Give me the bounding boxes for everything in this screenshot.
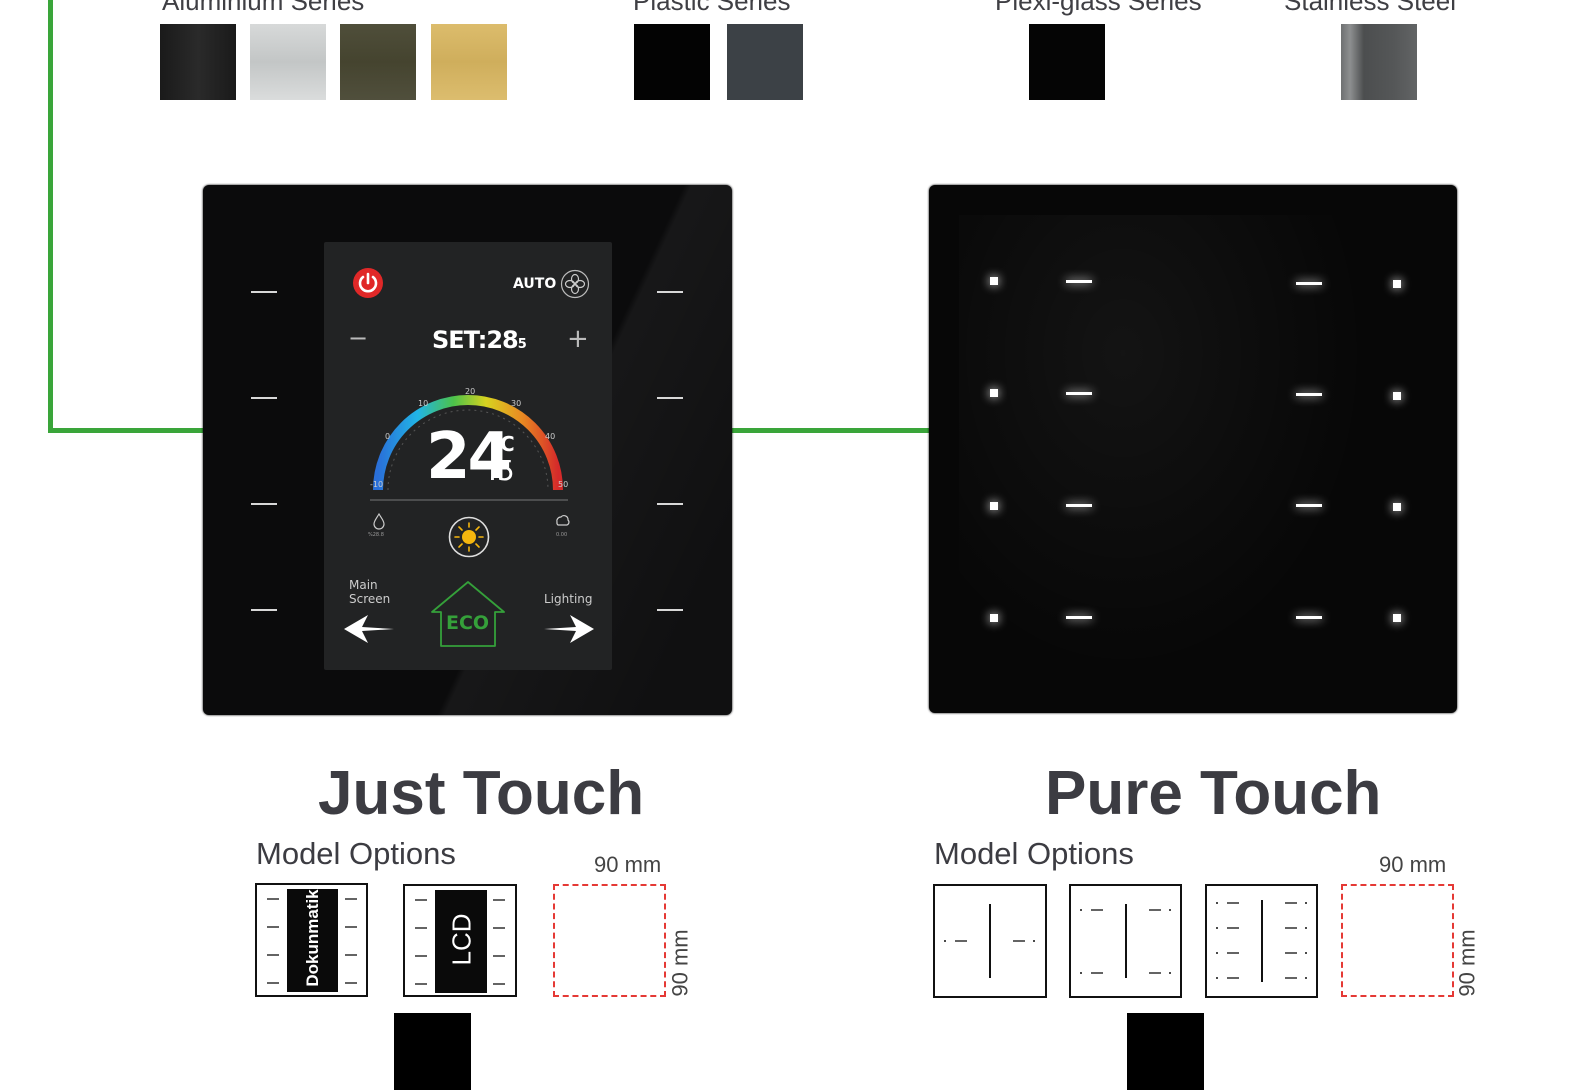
touch-key-indicator[interactable] xyxy=(1296,616,1322,619)
swatch-stainless-steel[interactable] xyxy=(1341,24,1417,100)
wire-left xyxy=(48,428,208,433)
dimension-outline xyxy=(1341,884,1454,997)
just-touch-panel: AUTO − SET:285 + -10 0 10 20 30 40 50 24… xyxy=(203,185,732,715)
set-plus-button[interactable]: + xyxy=(567,324,589,354)
series-label: Plexi-glass Series xyxy=(995,0,1202,16)
touch-dot-indicator[interactable] xyxy=(1393,614,1401,622)
swatch-plastic-anthracite[interactable] xyxy=(727,24,803,100)
touch-dot-indicator[interactable] xyxy=(990,502,998,510)
touch-key-indicator[interactable] xyxy=(1296,282,1322,285)
touch-key-right-1[interactable] xyxy=(657,291,683,293)
wire-middle xyxy=(730,428,932,433)
key-layout xyxy=(944,904,1035,978)
model-option-4-key[interactable] xyxy=(1069,884,1182,998)
humidity-icon xyxy=(373,512,385,530)
series-label: Aluminium Series xyxy=(162,0,365,16)
touch-dot-indicator[interactable] xyxy=(990,389,998,397)
touch-key-indicator[interactable] xyxy=(1066,280,1092,283)
swatch-aluminium-gold[interactable] xyxy=(431,24,507,100)
option-dokunmatik-label: Dokunmatik xyxy=(303,889,322,987)
panel-back-swatch xyxy=(394,1013,471,1090)
model-option-2-key[interactable] xyxy=(933,884,1047,998)
fan-mode-label: AUTO xyxy=(513,276,557,292)
set-value: 28 xyxy=(486,326,518,354)
scale-tick: 50 xyxy=(558,480,569,489)
thermostat-screen: AUTO − SET:285 + -10 0 10 20 30 40 50 24… xyxy=(324,242,612,670)
swatch-aluminium-silver[interactable] xyxy=(250,24,326,100)
arrow-right-icon[interactable] xyxy=(542,613,596,645)
touch-dot-indicator[interactable] xyxy=(990,277,998,285)
dimension-height: 90 mm xyxy=(667,929,693,997)
key-layout xyxy=(1216,900,1307,982)
touch-key-right-4[interactable] xyxy=(657,609,683,611)
scale-tick: 20 xyxy=(465,387,476,396)
power-icon[interactable] xyxy=(352,267,384,299)
swatch-aluminium-black[interactable] xyxy=(160,24,236,100)
dimension-height: 90 mm xyxy=(1454,929,1480,997)
touch-key-left-3[interactable] xyxy=(251,503,277,505)
touch-key-right-2[interactable] xyxy=(657,397,683,399)
panel-back-swatch xyxy=(1127,1013,1204,1090)
set-minus-button[interactable]: − xyxy=(348,324,368,352)
touch-key-indicator[interactable] xyxy=(1066,504,1092,507)
touch-key-indicator[interactable] xyxy=(1066,616,1092,619)
swatch-aluminium-bronze[interactable] xyxy=(340,24,416,100)
temperature-decimal: .5 xyxy=(488,454,515,487)
touch-dot-indicator[interactable] xyxy=(1393,503,1401,511)
touch-key-right-3[interactable] xyxy=(657,503,683,505)
set-temperature: SET:285 xyxy=(432,326,527,354)
just-touch-model-options-label: Model Options xyxy=(256,836,456,871)
pure-touch-panel xyxy=(929,185,1457,713)
dimension-width: 90 mm xyxy=(594,852,662,877)
touch-key-left-4[interactable] xyxy=(251,609,277,611)
key-layout xyxy=(1080,904,1171,978)
co2-icon xyxy=(556,515,570,526)
scale-tick: 10 xyxy=(418,399,429,408)
scale-tick: 40 xyxy=(545,432,556,441)
dimension-width: 90 mm xyxy=(1379,852,1447,877)
scale-tick: 30 xyxy=(511,399,522,408)
model-option-lcd[interactable]: LCD xyxy=(403,884,517,997)
series-label: Plastic Series xyxy=(633,0,791,16)
touch-dot-indicator[interactable] xyxy=(1393,280,1401,288)
fan-icon[interactable] xyxy=(560,269,590,299)
nav-main-screen-label: Main Screen xyxy=(349,578,391,606)
swatch-plastic-black[interactable] xyxy=(634,24,710,100)
touch-key-indicator[interactable] xyxy=(1296,504,1322,507)
sun-icon[interactable] xyxy=(448,516,490,558)
humidity-value: %28.8 xyxy=(368,532,384,538)
nav-lighting-label: Lighting xyxy=(544,592,593,606)
scale-tick: -10 xyxy=(370,480,384,489)
co2-value: 0.00 xyxy=(556,532,568,538)
wire-vertical xyxy=(48,0,53,433)
pure-touch-title: Pure Touch xyxy=(1045,759,1382,828)
arrow-left-icon[interactable] xyxy=(342,613,396,645)
touch-dot-indicator[interactable] xyxy=(1393,392,1401,400)
touch-key-left-1[interactable] xyxy=(251,291,277,293)
set-decimal: 5 xyxy=(517,337,527,352)
dimension-outline xyxy=(553,884,666,997)
touch-key-indicator[interactable] xyxy=(1296,393,1322,396)
model-option-8-key[interactable] xyxy=(1205,884,1318,998)
set-prefix: SET: xyxy=(432,326,487,354)
model-option-dokunmatik[interactable]: Dokunmatik xyxy=(255,883,368,997)
touch-key-left-2[interactable] xyxy=(251,397,277,399)
just-touch-title: Just Touch xyxy=(318,759,645,828)
eco-label: ECO xyxy=(446,612,490,634)
touch-dot-indicator[interactable] xyxy=(990,614,998,622)
touch-key-indicator[interactable] xyxy=(1066,392,1092,395)
temperature-unit: °C xyxy=(490,432,515,456)
series-label: Stainless Steel xyxy=(1284,0,1456,16)
option-lcd-label: LCD xyxy=(446,913,477,966)
pure-touch-model-options-label: Model Options xyxy=(934,836,1134,871)
scale-tick: 0 xyxy=(385,432,391,441)
swatch-plexiglass-black[interactable] xyxy=(1029,24,1105,100)
